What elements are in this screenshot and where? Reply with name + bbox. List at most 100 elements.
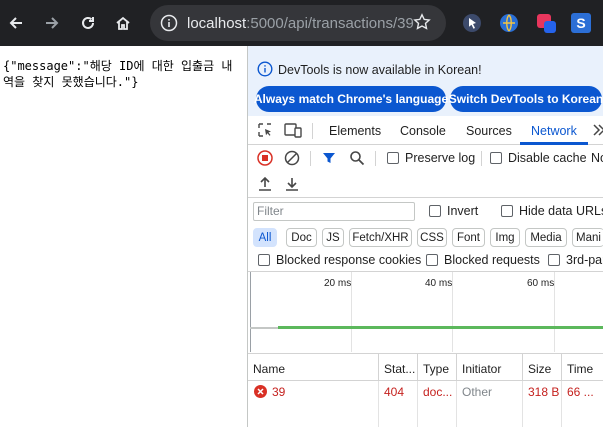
timeline-tick-20: 20 ms <box>324 278 352 289</box>
chip-media[interactable]: Media <box>525 228 567 247</box>
chip-fetch-xhr[interactable]: Fetch/XHR <box>349 228 412 247</box>
home-button[interactable] <box>111 11 135 35</box>
active-tab-indicator <box>520 142 588 145</box>
blocked-cookies-label: Blocked response cookies <box>276 253 422 267</box>
chip-img[interactable]: Img <box>490 228 520 247</box>
cell-separator <box>417 381 418 403</box>
timeline-waiting-bar <box>250 327 278 329</box>
more-tabs-icon[interactable] <box>593 123 603 140</box>
chip-all[interactable]: All <box>253 228 277 247</box>
browser-toolbar: localhost:5000/api/transactions/39 S <box>0 0 603 46</box>
devtools-tab-bar: Elements Console Sources Network <box>248 117 603 145</box>
back-button[interactable] <box>4 11 28 35</box>
search-icon[interactable] <box>349 150 365 169</box>
url-text: localhost:5000/api/transactions/39 <box>187 15 414 32</box>
address-bar[interactable]: localhost:5000/api/transactions/39 <box>150 5 446 41</box>
request-status: 404 <box>384 385 405 399</box>
extension-s-icon[interactable]: S <box>570 12 592 34</box>
import-export-row <box>248 172 603 196</box>
column-guide <box>522 403 523 427</box>
column-initiator[interactable]: Initiator <box>462 362 501 376</box>
export-har-icon[interactable] <box>284 176 300 195</box>
extension-app-icon[interactable] <box>535 12 557 34</box>
blocked-requests-checkbox[interactable] <box>426 254 438 266</box>
divider <box>248 197 603 198</box>
column-size[interactable]: Size <box>528 362 551 376</box>
chip-font[interactable]: Font <box>452 228 485 247</box>
third-party-label: 3rd-par <box>566 253 603 267</box>
third-party-checkbox[interactable] <box>548 254 560 266</box>
cell-separator <box>456 381 457 403</box>
column-guide <box>378 403 379 427</box>
devtools-panel: DevTools is now available in Korean! Alw… <box>247 46 603 427</box>
back-arrow-icon <box>9 17 22 29</box>
column-separator <box>522 354 523 382</box>
preserve-log-label: Preserve log <box>405 151 476 165</box>
controls-separator-3 <box>481 151 482 166</box>
tab-console[interactable]: Console <box>400 124 446 138</box>
tab-network[interactable]: Network <box>531 124 577 138</box>
table-row[interactable]: 39 404 doc... Other 318 B 66 ... <box>248 381 603 403</box>
request-type: doc... <box>423 385 453 399</box>
info-icon <box>257 61 273 80</box>
language-infobar: DevTools is now available in Korean! Alw… <box>248 46 603 116</box>
svg-text:S: S <box>576 15 585 31</box>
filter-funnel-icon[interactable] <box>321 150 337 169</box>
tab-elements[interactable]: Elements <box>329 124 381 138</box>
disable-cache-label: Disable cache <box>508 151 587 165</box>
column-separator <box>378 354 379 382</box>
column-separator <box>456 354 457 382</box>
network-overview-timeline[interactable]: 20 ms 40 ms 60 ms <box>248 272 603 352</box>
extension-globe-icon[interactable] <box>498 12 520 34</box>
json-response-body: {"message":"해당 ID에 대한 입출금 내역을 찾지 못했습니다."… <box>3 59 233 89</box>
column-separator <box>561 354 562 382</box>
request-table-header: Name Stat... Type Initiator Size Time <box>248 353 603 382</box>
controls-separator <box>310 151 311 166</box>
clear-icon[interactable] <box>284 150 300 169</box>
chip-manifest[interactable]: Mani <box>572 228 603 247</box>
site-info-icon[interactable] <box>160 14 178 35</box>
timeline-request-bar <box>278 326 603 329</box>
throttling-select[interactable]: No <box>591 151 603 165</box>
record-stop-icon[interactable] <box>257 150 273 169</box>
request-time: 66 ... <box>567 385 594 399</box>
column-name[interactable]: Name <box>253 362 285 376</box>
network-controls-row: Preserve log Disable cache No <box>248 146 603 171</box>
chip-doc[interactable]: Doc <box>286 228 317 247</box>
bookmark-star-icon[interactable] <box>413 13 431 34</box>
request-size: 318 B <box>528 385 560 399</box>
disable-cache-checkbox[interactable] <box>490 152 502 164</box>
error-icon <box>254 385 267 401</box>
filter-input[interactable]: Filter <box>253 202 415 221</box>
inspect-element-icon[interactable] <box>257 122 273 141</box>
reload-button[interactable] <box>76 11 100 35</box>
column-guide <box>417 403 418 427</box>
column-guide <box>456 403 457 427</box>
device-toolbar-icon[interactable] <box>284 122 302 141</box>
always-match-language-button[interactable]: Always match Chrome's language <box>254 86 448 112</box>
column-separator <box>417 354 418 382</box>
timeline-tick-60: 60 ms <box>527 278 555 289</box>
column-status[interactable]: Stat... <box>384 362 415 376</box>
tab-separator <box>312 123 313 139</box>
blocked-cookies-checkbox[interactable] <box>258 254 270 266</box>
hide-data-urls-checkbox[interactable] <box>501 205 513 217</box>
controls-separator-2 <box>375 151 376 166</box>
extension-cursor-icon[interactable] <box>461 12 483 34</box>
column-time[interactable]: Time <box>567 362 593 376</box>
home-icon <box>116 16 130 30</box>
chip-css[interactable]: CSS <box>417 228 447 247</box>
blocked-requests-label: Blocked requests <box>444 253 540 267</box>
timeline-tick-40: 40 ms <box>425 278 453 289</box>
preserve-log-checkbox[interactable] <box>387 152 399 164</box>
chip-js[interactable]: JS <box>322 228 344 247</box>
import-har-icon[interactable] <box>257 176 273 195</box>
forward-button[interactable] <box>40 11 64 35</box>
tab-sources[interactable]: Sources <box>466 124 512 138</box>
cell-separator <box>522 381 523 403</box>
invert-checkbox[interactable] <box>429 205 441 217</box>
switch-to-korean-button[interactable]: Switch DevTools to Korean <box>449 86 603 112</box>
forward-arrow-icon <box>46 17 59 29</box>
cell-separator <box>378 381 379 403</box>
column-type[interactable]: Type <box>423 362 449 376</box>
